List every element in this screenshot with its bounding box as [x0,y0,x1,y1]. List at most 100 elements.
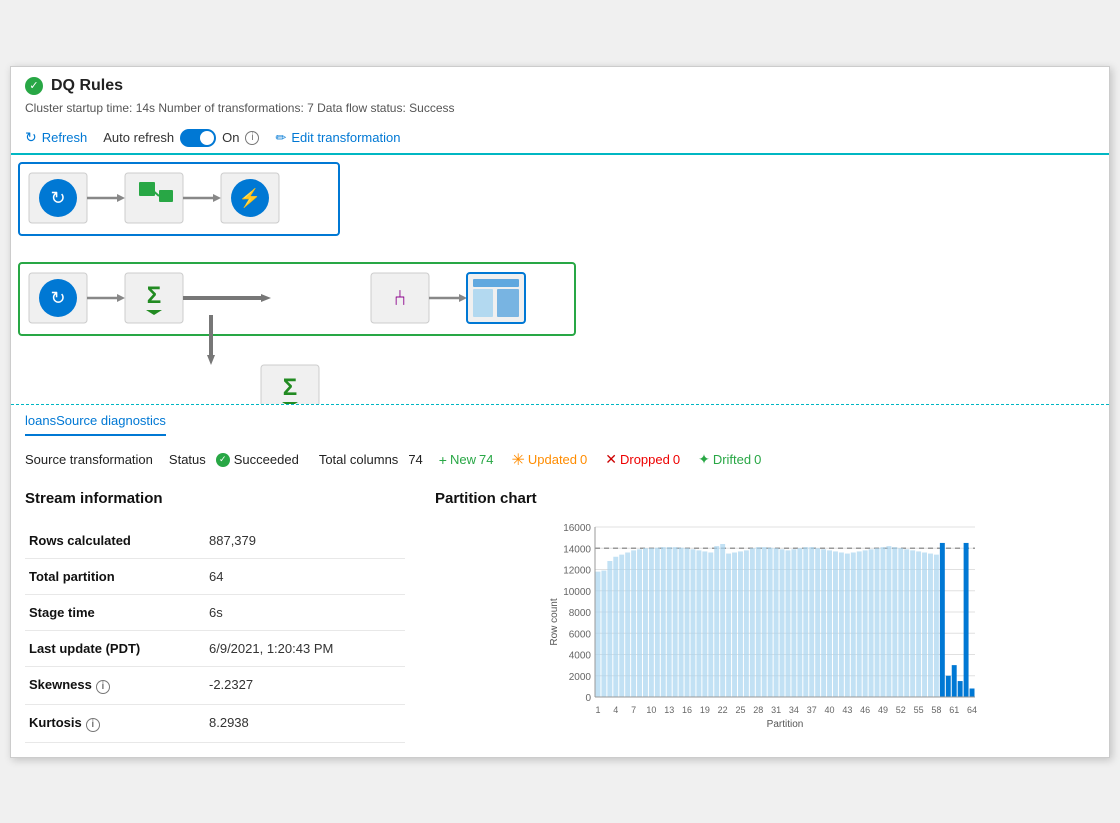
dropped-value: 0 [673,452,680,467]
svg-text:6000: 6000 [569,629,592,640]
svg-text:16: 16 [682,705,692,715]
svg-text:19: 19 [700,705,710,715]
refresh-icon: ↻ [25,129,37,146]
svg-text:0: 0 [585,693,591,704]
subtitle-bar: Cluster startup time: 14s Number of tran… [11,99,1109,123]
svg-text:16000: 16000 [563,523,591,534]
stream-info-row-value: -2.2327 [205,666,405,704]
title-bar: ✓ DQ Rules [11,67,1109,99]
drifted-badge-group: ✦ Drifted 0 [698,451,761,468]
svg-text:12000: 12000 [563,565,591,576]
main-window: ✓ DQ Rules Cluster startup time: 14s Num… [10,66,1110,758]
svg-text:Σ: Σ [283,374,297,401]
refresh-button[interactable]: ↻ Refresh [25,129,87,146]
svg-text:10: 10 [646,705,656,715]
edit-transformation-button[interactable]: ✏ Edit transformation [275,130,400,146]
new-label: New [450,452,476,467]
stream-info-table: Rows calculated887,379Total partition64S… [25,523,405,743]
svg-text:8000: 8000 [569,608,592,619]
svg-text:⑃: ⑃ [393,285,406,310]
svg-text:49: 49 [878,705,888,715]
svg-text:31: 31 [771,705,781,715]
svg-text:⚡: ⚡ [239,187,261,209]
status-label: Status [169,452,206,467]
stream-info-row: Stage time6s [25,594,405,630]
svg-text:58: 58 [931,705,941,715]
svg-text:28: 28 [753,705,763,715]
svg-text:4000: 4000 [569,650,592,661]
svg-text:7: 7 [631,705,636,715]
stream-info-row-label: Kurtosisi [25,704,205,742]
drifted-star-icon: ✦ [698,451,710,468]
stream-info-row-value: 8.2938 [205,704,405,742]
stream-info-row: Kurtosisi8.2938 [25,704,405,742]
chart-container: 0200040006000800010000120001400016000147… [435,517,1095,737]
info-icon: i [86,718,100,732]
updated-value: 0 [580,452,587,467]
refresh-label: Refresh [42,130,88,145]
info-icon: i [245,131,259,145]
stream-info-row: Last update (PDT)6/9/2021, 1:20:43 PM [25,630,405,666]
status-value-group: ✓ Succeeded [216,452,299,467]
updated-star-icon: ✳ [511,450,524,470]
source-transformation-label: Source transformation [25,452,153,467]
svg-text:↻: ↻ [50,288,65,308]
dropped-x-icon: ✕ [605,451,617,468]
source-icon-r1: ↻ [50,188,65,208]
svg-text:34: 34 [789,705,799,715]
drifted-label: Drifted [713,452,751,467]
stream-info-row: Skewnessi-2.2327 [25,666,405,704]
stream-info-row: Total partition64 [25,558,405,594]
diagnostics-tab[interactable]: loansSource diagnostics [25,405,166,436]
stream-info-row: Rows calculated887,379 [25,523,405,559]
canvas-area: ↻ ⚡ ↻ [11,155,1109,405]
stream-info-row-value: 64 [205,558,405,594]
auto-refresh-state: On [222,130,239,145]
updated-badge-group: ✳ Updated 0 [511,450,587,470]
info-icon: i [96,680,110,694]
updated-label: Updated [528,452,577,467]
auto-refresh-label: Auto refresh [103,130,174,145]
total-columns-label: Total columns [319,452,398,467]
auto-refresh-toggle[interactable] [180,129,216,147]
svg-text:37: 37 [807,705,817,715]
new-value: 74 [479,452,493,467]
stream-info-row-label: Rows calculated [25,523,205,559]
stream-info-row-value: 6/9/2021, 1:20:43 PM [205,630,405,666]
content-grid: Stream information Rows calculated887,37… [25,490,1095,743]
svg-text:25: 25 [735,705,745,715]
edit-transformation-label: Edit transformation [291,130,400,145]
auto-refresh-group: Auto refresh On i [103,129,259,147]
chart-title: Partition chart [435,490,1095,507]
svg-text:Partition: Partition [767,719,804,727]
stats-row: Source transformation Status ✓ Succeeded… [25,450,1095,470]
status-value: Succeeded [234,452,299,467]
stream-info-title: Stream information [25,490,405,507]
stream-info-row-label: Last update (PDT) [25,630,205,666]
stream-info-row-label: Total partition [25,558,205,594]
svg-text:Σ: Σ [147,282,161,309]
svg-text:14000: 14000 [563,544,591,555]
edit-icon: ✏ [275,130,286,146]
svg-text:43: 43 [842,705,852,715]
new-badge-group: + New 74 [439,452,494,468]
svg-text:55: 55 [914,705,924,715]
chart-section: Partition chart 0 2000 4000 6000 8000 10000 12… [435,490,1095,737]
svg-text:40: 40 [825,705,835,715]
status-success-icon: ✓ [216,453,230,467]
new-plus-icon: + [439,452,447,468]
flow-diagram: ↻ ⚡ ↻ [11,155,1109,405]
svg-text:Row count: Row count [549,598,560,645]
status-check-icon: ✓ [25,77,43,95]
dropped-badge-group: ✕ Dropped 0 [605,451,680,468]
svg-text:52: 52 [896,705,906,715]
stream-info-row-label: Skewnessi [25,666,205,704]
partition-chart: 0200040006000800010000120001400016000147… [435,517,1095,727]
svg-text:22: 22 [718,705,728,715]
svg-text:61: 61 [949,705,959,715]
window-title: DQ Rules [51,77,123,95]
stream-info-section: Stream information Rows calculated887,37… [25,490,405,743]
svg-text:2000: 2000 [569,671,592,682]
svg-text:10000: 10000 [563,586,591,597]
stream-info-row-label: Stage time [25,594,205,630]
